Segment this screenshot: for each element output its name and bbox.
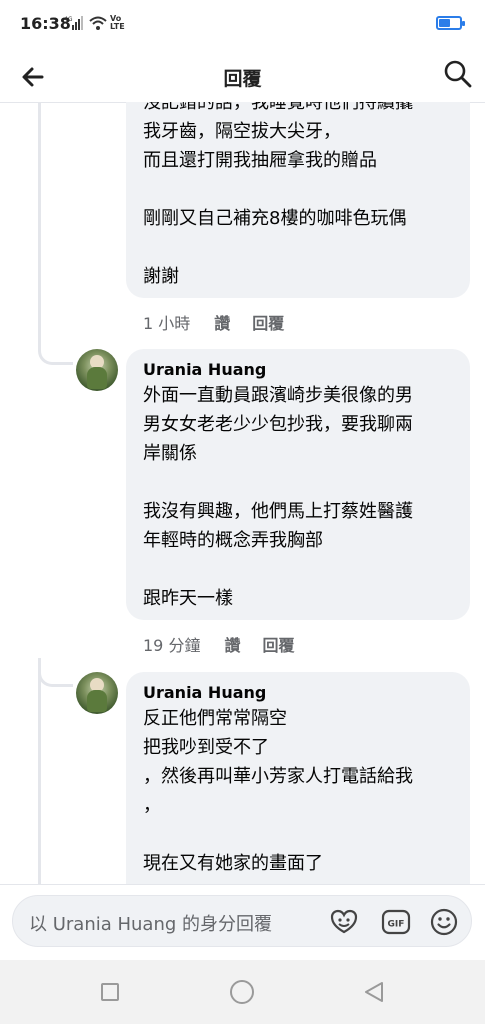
home-icon[interactable] [230,980,254,1004]
comment-text: 反正他們常常隔空 把我吵到受不了 ，然後再叫華小芳家人打電話給我 ， 現在又有她… [143,708,413,874]
emoji-icon[interactable] [429,907,459,937]
gif-label: GIF [388,920,405,930]
cell-signal-icon: 4G [64,15,84,35]
battery-icon [436,16,465,30]
commenter-name[interactable]: Urania Huang [143,682,456,704]
comment-meta: 1 小時 讚 回覆 [143,310,284,334]
like-button[interactable]: 讚 [224,632,240,656]
like-button[interactable]: 讚 [214,310,230,334]
thread-line [38,102,41,340]
thread-line [38,658,41,884]
battery-level [439,19,450,27]
network-label: 4G [64,16,73,23]
app-header: 回覆 [0,50,485,103]
comment-time: 19 分鐘 [143,636,201,655]
comment-bubble[interactable]: Urania Huang 外面一直動員跟濱崎步美很像的男 男女女老老少少包抄我，… [126,349,470,620]
reply-composer: 以 Urania Huang 的身分回覆 GIF [0,884,485,961]
comment-bubble[interactable]: Urania Huang 反正他們常常隔空 把我吵到受不了 ，然後再叫華小芳家人… [126,672,470,884]
page-title: 回覆 [223,68,262,90]
thread-connector [38,662,73,687]
avatar-sticker-icon[interactable] [329,907,359,937]
comment-text: 沒記錯的話，我睡覺時他們持續撬 我牙齒，隔空拔大尖牙， 而且還打開我抽屜拿我的贈… [143,102,413,287]
avatar[interactable] [76,672,118,714]
commenter-name[interactable]: Urania Huang [143,359,456,381]
reply-button[interactable]: 回覆 [252,310,284,334]
volte-bottom: LTE [110,22,125,31]
back-triangle-icon[interactable] [362,980,386,1008]
recent-apps-icon[interactable] [101,983,119,1001]
gif-icon[interactable]: GIF [381,907,411,937]
volte-icon: Vo LTE [110,15,125,31]
search-button[interactable] [442,58,474,90]
status-bar: 16:38 4G Vo LTE [0,0,485,50]
search-icon [444,60,472,88]
comment-time: 1 小時 [143,314,191,333]
reply-button[interactable]: 回覆 [262,632,294,656]
avatar-body [87,367,107,389]
avatar[interactable] [76,349,118,391]
comment-bubble[interactable]: 沒記錯的話，我睡覺時他們持續撬 我牙齒，隔空拔大尖牙， 而且還打開我抽屜拿我的贈… [126,102,470,298]
thread-connector [38,340,73,365]
comment-thread: 沒記錯的話，我睡覺時他們持續撬 我牙齒，隔空拔大尖牙， 而且還打開我抽屜拿我的贈… [0,102,485,884]
avatar-body [87,690,107,712]
comment-text: 外面一直動員跟濱崎步美很像的男 男女女老老少少包抄我，要我聊兩 岸關係 我沒有興… [143,385,413,609]
comment-meta: 19 分鐘 讚 回覆 [143,632,294,656]
wifi-icon [88,15,108,35]
